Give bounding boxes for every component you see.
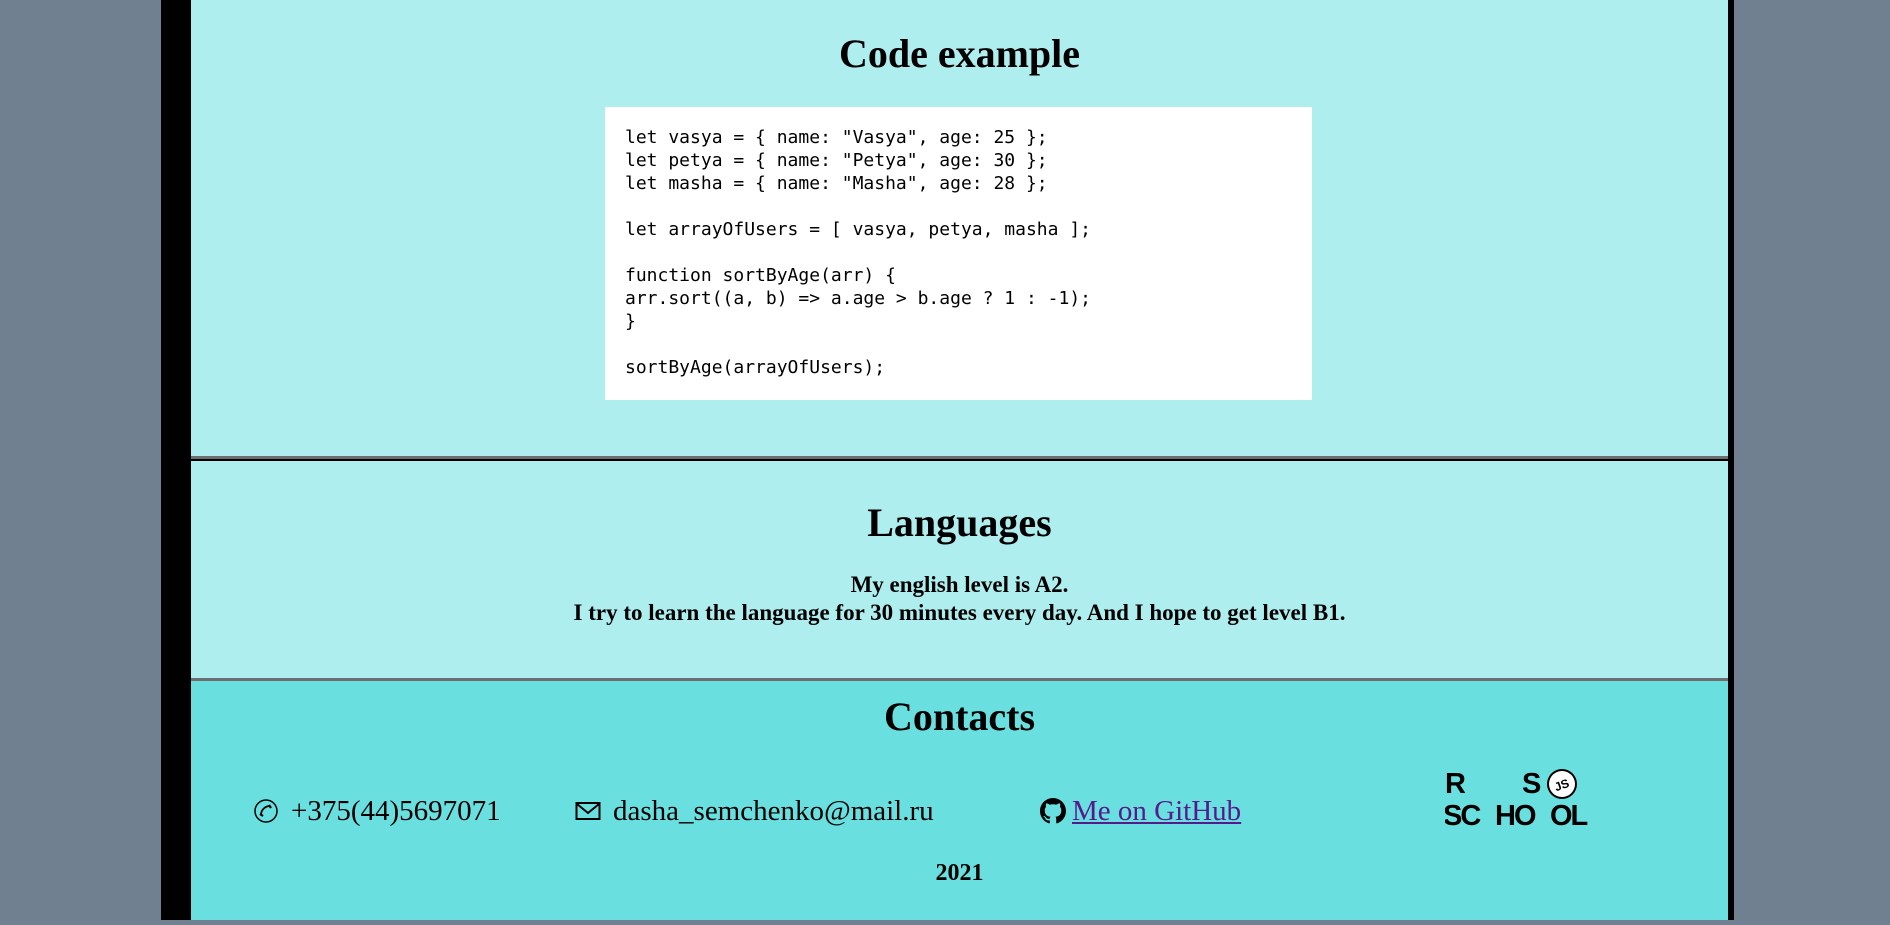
languages-description: My english level is A2. I try to learn t…	[191, 571, 1728, 627]
code-line: arr.sort((a, b) => a.age > b.age ? 1 : -…	[625, 288, 1091, 309]
logo-text-sc: SC	[1445, 800, 1481, 829]
copyright-year: 2021	[935, 860, 984, 886]
code-line: function sortByAge(arr) {	[625, 265, 896, 286]
contacts-title: Contacts	[883, 694, 1036, 739]
code-line: let petya = { name: "Petya", age: 30 };	[625, 150, 1048, 171]
github-contact: Me on GitHub	[1040, 791, 1241, 831]
page-frame: Code example let vasya = { name: "Vasya"…	[161, 0, 1734, 920]
rs-school-logo[interactable]: R S SC HO OL JS	[1443, 767, 1605, 832]
github-icon	[1040, 798, 1066, 824]
logo-text-ol: OL	[1550, 800, 1588, 829]
email-address: dasha_semchenko@mail.ru	[613, 794, 934, 827]
phone-number: +375(44)5697071	[291, 794, 501, 827]
phone-icon	[253, 798, 279, 824]
code-line: let arrayOfUsers = [ vasya, petya, masha…	[625, 219, 1091, 240]
github-link[interactable]: Me on GitHub	[1072, 795, 1241, 828]
languages-title: Languages	[867, 500, 1052, 545]
code-example-title: Code example	[838, 31, 1081, 76]
code-line: sortByAge(arrayOfUsers);	[625, 357, 886, 378]
code-block: let vasya = { name: "Vasya", age: 25 }; …	[605, 107, 1312, 400]
logo-letter-s: S	[1522, 768, 1541, 800]
phone-contact: +375(44)5697071	[253, 791, 501, 831]
languages-section: Languages My english level is A2. I try …	[191, 461, 1728, 681]
envelope-icon	[575, 801, 601, 821]
logo-letter-r: R	[1445, 768, 1466, 800]
code-line: let masha = { name: "Masha", age: 28 };	[625, 173, 1048, 194]
code-line: }	[625, 311, 636, 332]
learning-goal-text: I try to learn the language for 30 minut…	[573, 600, 1346, 625]
code-line: let vasya = { name: "Vasya", age: 25 };	[625, 127, 1048, 148]
page-content: Code example let vasya = { name: "Vasya"…	[191, 0, 1728, 920]
contacts-section: Contacts +375(44)5697071 dasha_semchenko…	[191, 681, 1728, 920]
email-contact: dasha_semchenko@mail.ru	[575, 791, 934, 831]
english-level-text: My english level is A2.	[850, 572, 1069, 597]
code-example-section: Code example let vasya = { name: "Vasya"…	[191, 0, 1728, 459]
logo-text-ho: HO	[1495, 800, 1536, 829]
